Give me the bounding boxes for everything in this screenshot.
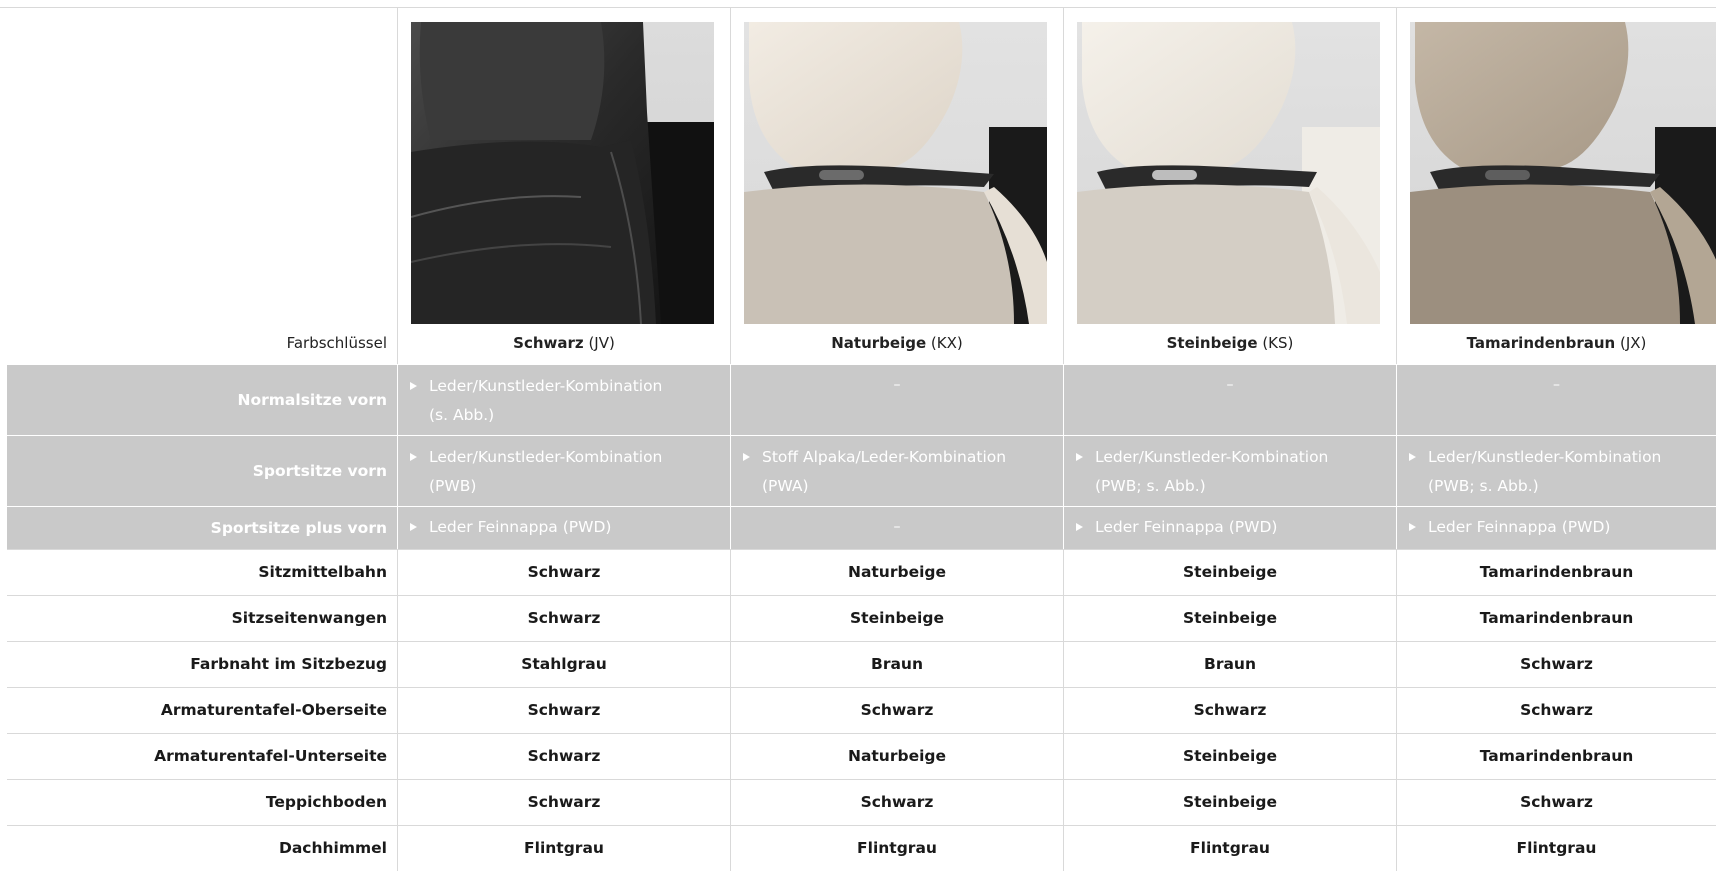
triangle-right-icon	[410, 453, 417, 461]
value-cell: Braun	[1063, 642, 1396, 687]
value-cell: Tamarindenbraun	[1396, 734, 1716, 779]
value-cell: Schwarz	[730, 688, 1063, 733]
color-title-schwarz: Schwarz (JV)	[513, 334, 615, 352]
option-cell: Leder Feinnappa (PWD)	[1063, 507, 1396, 549]
row-dachhimmel: Dachhimmel Flintgrau Flintgrau Flintgrau…	[7, 825, 1716, 871]
interior-color-table: Farbschlüssel Schwarz (JV) Naturbeige (K…	[7, 8, 1716, 871]
row-sitzmittelbahn: Sitzmittelbahn Schwarz Naturbeige Steinb…	[7, 549, 1716, 595]
option-cell: Stoff Alpaka/Leder-Kombination (PWA)	[730, 436, 1063, 506]
value-cell: Naturbeige	[730, 550, 1063, 595]
row-label: Normalsitze vorn	[237, 391, 388, 409]
row-label: Armaturentafel-Unterseite	[154, 747, 387, 765]
option-cell: Leder/Kunstleder-Kombination (PWB; s. Abb…	[1063, 436, 1396, 506]
triangle-right-icon	[1409, 453, 1416, 461]
value-cell: Schwarz	[730, 780, 1063, 825]
row-label: Sitzseitenwangen	[231, 609, 387, 627]
row-label: Sportsitze plus vorn	[210, 519, 387, 537]
color-title-tamarindenbraun: Tamarindenbraun (JX)	[1466, 334, 1647, 352]
color-title-steinbeige: Steinbeige (KS)	[1166, 334, 1294, 352]
seat-naturbeige-image	[744, 22, 1047, 324]
option-cell: Leder Feinnappa (PWD)	[1396, 507, 1716, 549]
value-cell: Flintgrau	[730, 826, 1063, 871]
color-title-naturbeige: Naturbeige (KX)	[831, 334, 963, 352]
row-label: Sportsitze vorn	[252, 462, 387, 480]
triangle-right-icon	[743, 453, 750, 461]
option-cell: Leder Feinnappa (PWD)	[397, 507, 730, 549]
triangle-right-icon	[1409, 523, 1416, 531]
color-column-steinbeige: Steinbeige (KS)	[1063, 8, 1396, 364]
value-cell: Steinbeige	[1063, 734, 1396, 779]
color-key-cell: Farbschlüssel	[7, 8, 397, 364]
option-cell: Leder/Kunstleder-Kombination (PWB)	[397, 436, 730, 506]
value-cell: Schwarz	[1063, 688, 1396, 733]
seat-schwarz-image	[411, 22, 714, 324]
value-cell: Naturbeige	[730, 734, 1063, 779]
row-sitzseitenwangen: Sitzseitenwangen Schwarz Steinbeige Stei…	[7, 595, 1716, 641]
value-cell: Schwarz	[397, 550, 730, 595]
seat-tamarindenbraun-image	[1410, 22, 1716, 324]
value-cell: Tamarindenbraun	[1396, 596, 1716, 641]
value-cell: Steinbeige	[730, 596, 1063, 641]
value-cell: Flintgrau	[1396, 826, 1716, 871]
value-cell: Schwarz	[397, 734, 730, 779]
value-cell: Steinbeige	[1063, 550, 1396, 595]
option-cell: –	[730, 365, 1063, 435]
color-column-naturbeige: Naturbeige (KX)	[730, 8, 1063, 364]
value-cell: Schwarz	[1396, 780, 1716, 825]
value-cell: Tamarindenbraun	[1396, 550, 1716, 595]
option-cell: Leder/Kunstleder-Kombination (PWB; s. Abb…	[1396, 436, 1716, 506]
row-label: Dachhimmel	[278, 839, 387, 857]
value-cell: Flintgrau	[1063, 826, 1396, 871]
triangle-right-icon	[410, 382, 417, 390]
triangle-right-icon	[1076, 523, 1083, 531]
value-cell: Steinbeige	[1063, 596, 1396, 641]
value-cell: Schwarz	[1396, 688, 1716, 733]
triangle-right-icon	[1076, 453, 1083, 461]
value-cell: Schwarz	[397, 596, 730, 641]
triangle-right-icon	[410, 523, 417, 531]
row-armaturentafel-oberseite: Armaturentafel-Oberseite Schwarz Schwarz…	[7, 687, 1716, 733]
row-label: Sitzmittelbahn	[258, 563, 387, 581]
color-column-schwarz: Schwarz (JV)	[397, 8, 730, 364]
row-sportsitze-vorn: Sportsitze vorn Leder/Kunstleder-Kombina…	[7, 435, 1716, 506]
value-cell: Schwarz	[397, 780, 730, 825]
value-cell: Schwarz	[1396, 642, 1716, 687]
color-key-label: Farbschlüssel	[286, 334, 387, 352]
value-cell: Schwarz	[397, 688, 730, 733]
row-armaturentafel-unterseite: Armaturentafel-Unterseite Schwarz Naturb…	[7, 733, 1716, 779]
row-teppichboden: Teppichboden Schwarz Schwarz Steinbeige …	[7, 779, 1716, 825]
value-cell: Steinbeige	[1063, 780, 1396, 825]
row-sportsitze-plus-vorn: Sportsitze plus vorn Leder Feinnappa (PW…	[7, 506, 1716, 549]
color-column-tamarindenbraun: Tamarindenbraun (JX)	[1396, 8, 1716, 364]
value-cell: Stahlgrau	[397, 642, 730, 687]
seat-steinbeige-image	[1077, 22, 1380, 324]
value-cell: Braun	[730, 642, 1063, 687]
value-cell: Flintgrau	[397, 826, 730, 871]
row-label: Armaturentafel-Oberseite	[160, 701, 387, 719]
row-label: Teppichboden	[265, 793, 387, 811]
row-label: Farbnaht im Sitzbezug	[190, 655, 387, 673]
option-cell: –	[1396, 365, 1716, 435]
option-cell: Leder/Kunstleder-Kombination (s. Abb.)	[397, 365, 730, 435]
row-farbnaht-im-sitzbezug: Farbnaht im Sitzbezug Stahlgrau Braun Br…	[7, 641, 1716, 687]
option-cell: –	[1063, 365, 1396, 435]
row-normalsitze-vorn: Normalsitze vorn Leder/Kunstleder-Kombin…	[7, 364, 1716, 435]
option-cell: –	[730, 507, 1063, 549]
color-header-row: Farbschlüssel Schwarz (JV) Naturbeige (K…	[7, 8, 1716, 364]
